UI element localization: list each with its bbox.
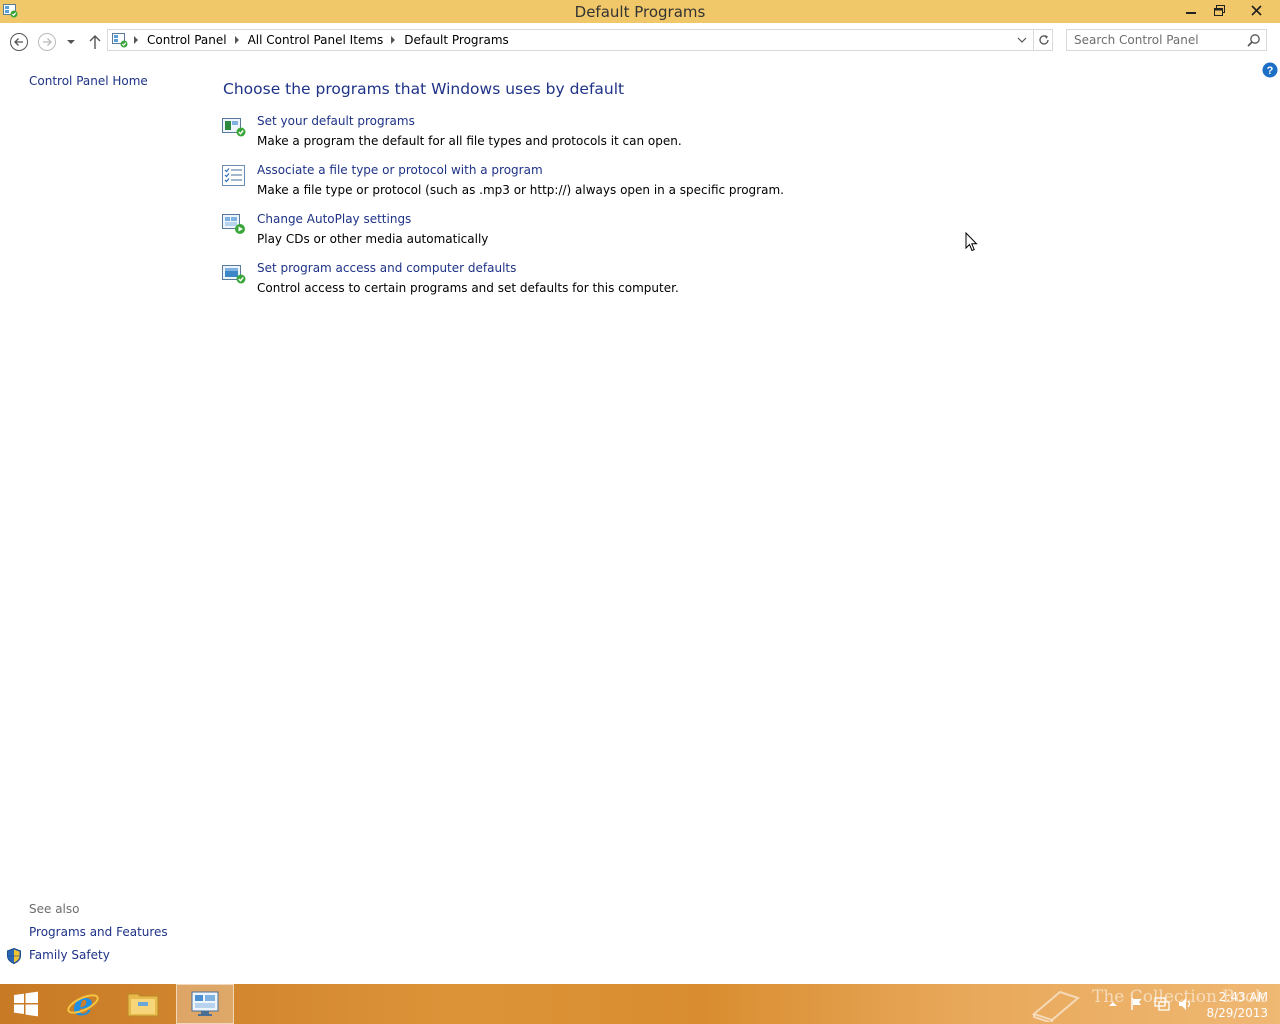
minimize-button[interactable]: [1178, 0, 1204, 20]
internet-explorer-icon: e: [67, 987, 99, 1021]
internet-explorer-taskbar-button[interactable]: e: [54, 984, 112, 1024]
clock-date: 8/29/2013: [1206, 1006, 1268, 1020]
speaker-icon: [1179, 998, 1191, 1010]
programs-and-features-link[interactable]: Programs and Features: [29, 925, 168, 939]
task-description: Make a file type or protocol (such as .m…: [257, 183, 784, 197]
control-panel-taskbar-button[interactable]: [176, 984, 234, 1024]
close-button[interactable]: [1234, 0, 1278, 20]
search-input[interactable]: [1067, 30, 1244, 50]
window-title: Default Programs: [574, 3, 706, 21]
refresh-button[interactable]: [1033, 30, 1054, 50]
autoplay-icon: [222, 214, 245, 234]
breadcrumb-separator[interactable]: [134, 36, 138, 44]
back-button[interactable]: [9, 32, 29, 52]
taskbar: e The Collection Book 2:43 AM 8/29/2013: [0, 984, 1280, 1024]
set-default-programs-link[interactable]: Set your default programs: [257, 114, 415, 128]
control-panel-icon: [112, 33, 128, 48]
default-programs-icon: [222, 118, 246, 137]
set-program-access-link[interactable]: Set program access and computer defaults: [257, 261, 516, 275]
address-bar[interactable]: Control Panel All Control Panel Items De…: [107, 29, 1053, 51]
svg-text:?: ?: [1267, 65, 1274, 77]
help-icon[interactable]: ?: [1262, 62, 1278, 78]
control-panel-icon: [191, 991, 219, 1016]
control-panel-home-link[interactable]: Control Panel Home: [29, 74, 148, 88]
refresh-icon: [1039, 35, 1049, 45]
restore-button[interactable]: [1206, 0, 1232, 20]
task-description: Make a program the default for all file …: [257, 134, 682, 148]
action-center-button[interactable]: [1128, 984, 1146, 1024]
task-description: Control access to certain programs and s…: [257, 281, 679, 295]
restore-icon: [1213, 4, 1225, 16]
minimize-icon: [1186, 12, 1196, 14]
svg-text:e: e: [73, 987, 93, 1021]
breadcrumb-control-panel[interactable]: Control Panel: [147, 33, 227, 47]
chevron-down-icon: [1017, 37, 1027, 43]
forward-arrow-icon: [38, 33, 56, 51]
file-association-icon: [222, 165, 245, 186]
up-arrow-icon: [89, 35, 101, 49]
clock-time: 2:43 AM: [1218, 990, 1268, 1004]
change-autoplay-settings-link[interactable]: Change AutoPlay settings: [257, 212, 411, 226]
breadcrumb-default-programs[interactable]: Default Programs: [404, 33, 509, 47]
title-bar: Default Programs: [0, 0, 1280, 23]
breadcrumb-separator[interactable]: [391, 36, 396, 44]
breadcrumb-all-control-panel-items[interactable]: All Control Panel Items: [248, 33, 384, 47]
show-hidden-icons-button[interactable]: [1106, 984, 1120, 1024]
forward-button[interactable]: [37, 32, 57, 52]
navigation-bar: Control Panel All Control Panel Items De…: [0, 23, 1280, 59]
program-access-icon: [222, 265, 246, 284]
file-explorer-icon: [127, 993, 159, 1017]
system-clock[interactable]: 2:43 AM 8/29/2013: [1204, 989, 1268, 1021]
see-also-heading: See also: [29, 902, 80, 916]
mouse-cursor-icon: [965, 232, 978, 252]
volume-button[interactable]: [1177, 984, 1195, 1024]
shield-icon: [7, 948, 21, 964]
associate-file-type-link[interactable]: Associate a file type or protocol with a…: [257, 163, 543, 177]
file-explorer-taskbar-button[interactable]: [114, 984, 172, 1024]
network-icon: [1154, 997, 1170, 1011]
recent-locations-button[interactable]: [63, 32, 79, 52]
watermark-book-icon: [1031, 990, 1081, 1022]
close-icon: [1250, 4, 1262, 16]
breadcrumb: Control Panel All Control Panel Items De…: [134, 33, 509, 47]
back-arrow-icon: [10, 33, 28, 51]
flag-icon: [1131, 998, 1141, 1010]
chevron-down-icon: [67, 40, 75, 44]
network-button[interactable]: [1153, 984, 1171, 1024]
search-icon[interactable]: [1247, 33, 1261, 47]
start-icon: [14, 991, 38, 1017]
address-dropdown-button[interactable]: [1014, 32, 1030, 48]
task-description: Play CDs or other media automatically: [257, 232, 489, 246]
page-title: Choose the programs that Windows uses by…: [223, 80, 625, 98]
start-button[interactable]: [0, 984, 52, 1024]
up-button[interactable]: [85, 32, 105, 52]
search-box: [1066, 29, 1267, 51]
family-safety-link[interactable]: Family Safety: [29, 948, 110, 962]
chevron-up-icon: [1109, 1002, 1117, 1006]
breadcrumb-separator[interactable]: [234, 36, 239, 44]
